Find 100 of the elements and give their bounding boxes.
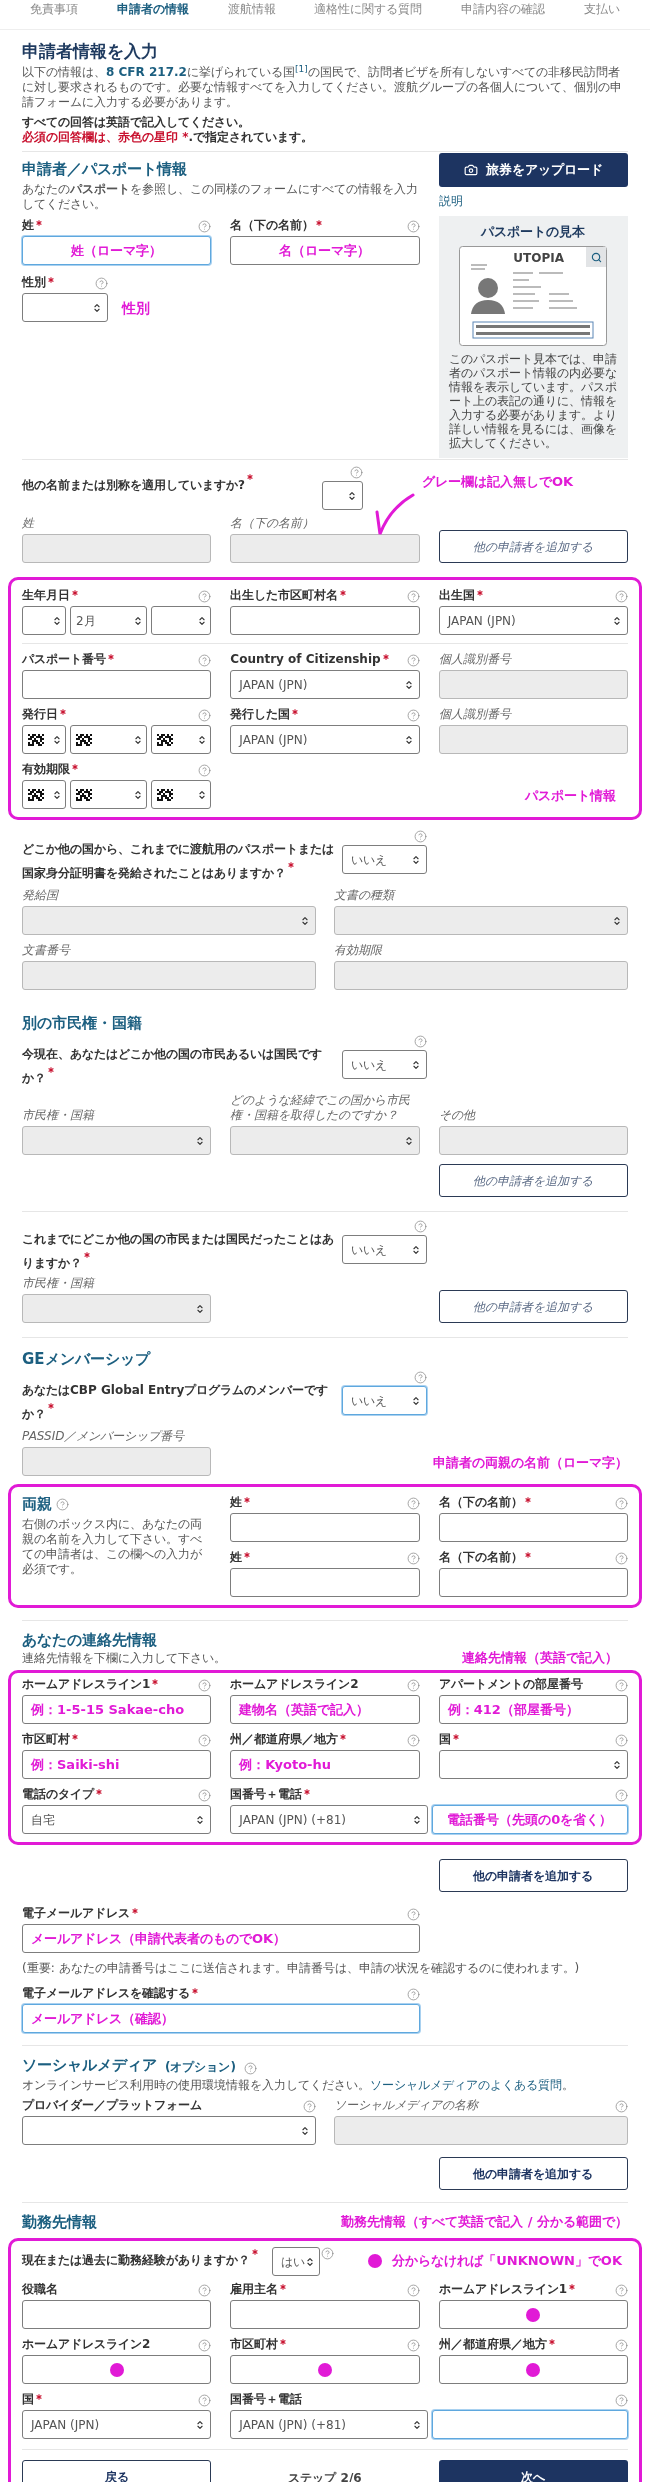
- text-field[interactable]: [230, 606, 420, 635]
- help-icon[interactable]: [615, 1789, 628, 1802]
- text-field[interactable]: [230, 1568, 420, 1597]
- help-icon[interactable]: [350, 466, 363, 479]
- step-tab[interactable]: 申請内容の確認: [461, 2, 546, 17]
- select-field[interactable]: JAPAN (JPN): [438, 606, 628, 635]
- select-field[interactable]: [438, 1750, 628, 1779]
- text-field[interactable]: 建物名（英語で記入）: [230, 1695, 420, 1724]
- text-field[interactable]: 例：Kyoto-hu: [230, 1750, 420, 1779]
- select-field[interactable]: [322, 481, 363, 510]
- help-icon[interactable]: [198, 220, 212, 233]
- select-field[interactable]: はい: [272, 2247, 320, 2276]
- help-icon[interactable]: [406, 1552, 420, 1565]
- help-icon[interactable]: [615, 2284, 628, 2297]
- step-tab[interactable]: 適格性に関する質問: [314, 2, 423, 17]
- phone-number-field[interactable]: 電話番号（先頭の0を省く）: [431, 1805, 628, 1834]
- text-field[interactable]: メールアドレス（申請代表者のものでOK）: [22, 1924, 420, 1953]
- help-icon[interactable]: [198, 1679, 212, 1692]
- select-field[interactable]: いいえ: [342, 1386, 427, 1415]
- help-icon[interactable]: [406, 2339, 420, 2352]
- help-icon[interactable]: [414, 1371, 427, 1384]
- text-field[interactable]: 例：1-5-15 Sakae-cho: [22, 1695, 212, 1724]
- help-icon[interactable]: [615, 1734, 628, 1747]
- text-field[interactable]: [230, 2355, 420, 2384]
- select-field[interactable]: [150, 780, 212, 809]
- text-field[interactable]: [22, 2300, 212, 2329]
- phone-number-field[interactable]: [431, 2410, 628, 2439]
- step-tab[interactable]: 免責事項: [30, 2, 78, 17]
- text-field[interactable]: メールアドレス（確認）: [22, 2004, 420, 2033]
- text-field[interactable]: 姓（ローマ字）: [22, 236, 212, 265]
- help-icon[interactable]: [406, 1734, 420, 1747]
- select-field[interactable]: いいえ: [342, 845, 427, 874]
- help-icon[interactable]: [406, 1988, 420, 2001]
- step-tab[interactable]: 申請者の情報: [116, 2, 189, 17]
- text-field[interactable]: [438, 2300, 628, 2329]
- zoom-button[interactable]: [586, 247, 607, 267]
- select-field[interactable]: JAPAN (JPN) (+81): [230, 2410, 428, 2439]
- help-icon[interactable]: [198, 1789, 212, 1802]
- help-icon[interactable]: [406, 2284, 420, 2297]
- faq-link[interactable]: ソーシャルメディアのよくある質問: [370, 2078, 562, 2092]
- text-field[interactable]: [230, 2300, 420, 2329]
- help-icon[interactable]: [198, 764, 212, 777]
- select-field[interactable]: [150, 606, 212, 635]
- text-field[interactable]: [22, 2355, 212, 2384]
- step-tab[interactable]: 渡航情報: [227, 2, 276, 17]
- help-icon[interactable]: [406, 1497, 420, 1510]
- step-tab[interactable]: 支払い: [584, 2, 620, 17]
- help-icon[interactable]: [615, 2339, 628, 2352]
- select-field[interactable]: いいえ: [342, 1235, 427, 1264]
- help-icon[interactable]: [243, 2062, 257, 2075]
- help-icon[interactable]: [198, 2394, 212, 2407]
- help-icon[interactable]: [198, 709, 212, 722]
- select-field[interactable]: 自宅: [22, 1805, 212, 1834]
- text-field[interactable]: 例：412（部屋番号）: [438, 1695, 628, 1724]
- select-field[interactable]: JAPAN (JPN): [22, 2410, 212, 2439]
- select-field[interactable]: [22, 725, 67, 754]
- help-icon[interactable]: [56, 1498, 69, 1511]
- help-icon[interactable]: [406, 590, 420, 603]
- text-field[interactable]: [438, 1513, 628, 1542]
- text-field[interactable]: 例：Saiki-shi: [22, 1750, 212, 1779]
- help-icon[interactable]: [414, 1220, 427, 1233]
- add-applicant-button[interactable]: 他の申請者を追加する: [438, 2157, 628, 2190]
- help-icon[interactable]: [303, 2100, 316, 2113]
- footnote-link[interactable]: [1]: [294, 63, 308, 74]
- help-icon[interactable]: [198, 2339, 212, 2352]
- select-field[interactable]: JAPAN (JPN) (+81): [230, 1805, 428, 1834]
- help-icon[interactable]: [198, 590, 212, 603]
- text-field[interactable]: [22, 670, 212, 699]
- add-applicant-button[interactable]: 他の申請者を追加する: [438, 1859, 628, 1892]
- help-icon[interactable]: [198, 1734, 212, 1747]
- help-icon[interactable]: [198, 2284, 212, 2297]
- select-field[interactable]: [22, 2116, 316, 2145]
- upload-passport-button[interactable]: 旅券をアップロード: [438, 153, 628, 187]
- select-field[interactable]: [22, 780, 67, 809]
- back-button[interactable]: 戻る: [22, 2460, 212, 2482]
- select-field[interactable]: [150, 725, 212, 754]
- select-field[interactable]: [70, 725, 147, 754]
- help-icon[interactable]: [615, 1552, 628, 1565]
- help-icon[interactable]: [406, 1908, 420, 1921]
- select-field[interactable]: 2月: [70, 606, 147, 635]
- help-icon[interactable]: [406, 709, 420, 722]
- regulation-link[interactable]: 8 CFR 217.2: [106, 65, 187, 79]
- text-field[interactable]: [438, 1568, 628, 1597]
- select-field[interactable]: [22, 293, 108, 322]
- help-icon[interactable]: [615, 1679, 628, 1692]
- help-icon[interactable]: [321, 2247, 334, 2260]
- text-field[interactable]: 名（ローマ字）: [230, 236, 420, 265]
- help-icon[interactable]: [406, 220, 420, 233]
- select-field[interactable]: JAPAN (JPN): [230, 725, 420, 754]
- explanation-link[interactable]: 説明: [438, 194, 463, 208]
- select-field[interactable]: JAPAN (JPN): [230, 670, 420, 699]
- help-icon[interactable]: [414, 1035, 427, 1048]
- help-icon[interactable]: [95, 277, 108, 290]
- help-icon[interactable]: [615, 590, 628, 603]
- help-icon[interactable]: [406, 654, 420, 667]
- select-field[interactable]: いいえ: [342, 1050, 427, 1079]
- text-field[interactable]: [230, 1513, 420, 1542]
- help-icon[interactable]: [198, 654, 212, 667]
- select-field[interactable]: [22, 606, 67, 635]
- next-button[interactable]: 次へ: [438, 2460, 628, 2482]
